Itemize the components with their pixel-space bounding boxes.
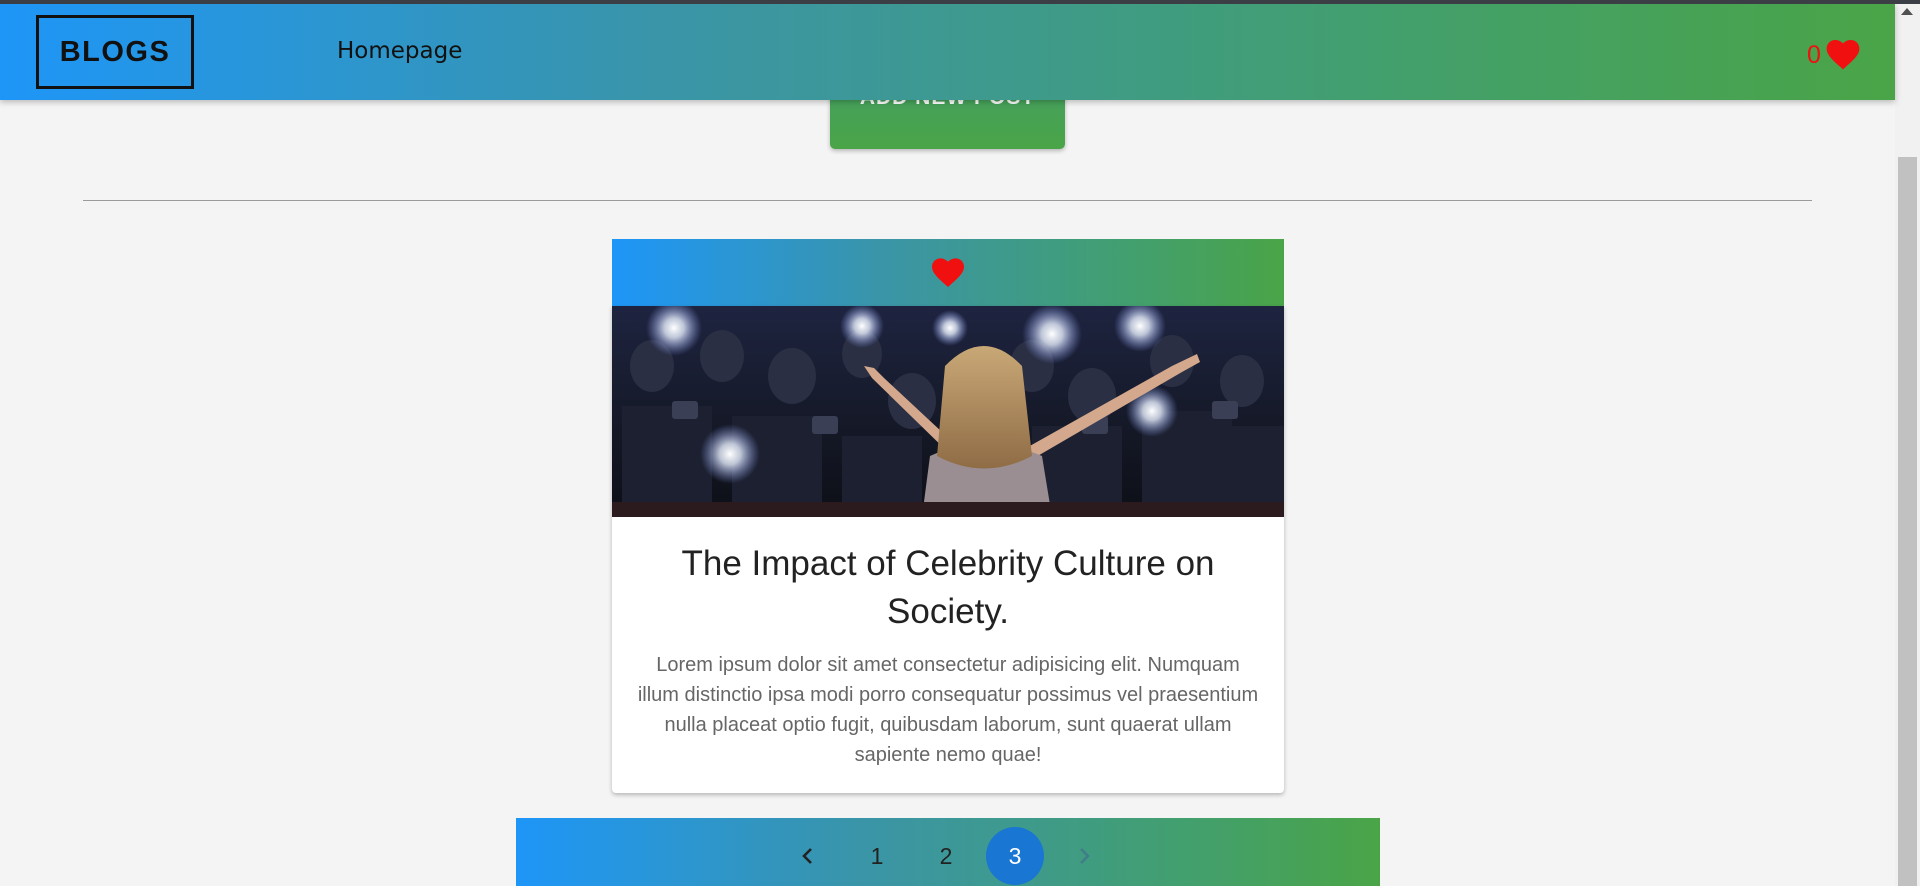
divider xyxy=(83,200,1812,201)
scrollbar-thumb[interactable] xyxy=(1898,157,1917,886)
window-top-border xyxy=(0,0,1920,4)
navbar: BLOGS Homepage 0 xyxy=(0,4,1895,100)
post-title: The Impact of Celebrity Culture on Socie… xyxy=(681,544,1215,631)
nav-link-homepage[interactable]: Homepage xyxy=(337,38,462,64)
post-card: The Impact of Celebrity Culture on Socie… xyxy=(612,306,1284,793)
prev-page-button[interactable] xyxy=(779,827,837,885)
post-excerpt: Lorem ipsum dolor sit amet consectetur a… xyxy=(637,654,1259,766)
chevron-right-icon xyxy=(1080,848,1090,864)
page-2-button[interactable]: 2 xyxy=(917,827,975,885)
heart-icon[interactable] xyxy=(932,258,964,288)
pagination: 1 2 3 xyxy=(516,818,1380,886)
heart-icon[interactable] xyxy=(1826,40,1860,70)
page-1-button[interactable]: 1 xyxy=(848,827,906,885)
favorites-count: 0 xyxy=(1807,41,1821,69)
brand-logo[interactable]: BLOGS xyxy=(36,15,194,89)
page-3-button[interactable]: 3 xyxy=(986,827,1044,885)
chevron-left-icon xyxy=(802,848,812,864)
post-image xyxy=(612,306,1284,517)
scroll-up-arrow-icon[interactable] xyxy=(1901,8,1913,15)
next-page-button[interactable] xyxy=(1055,827,1113,885)
